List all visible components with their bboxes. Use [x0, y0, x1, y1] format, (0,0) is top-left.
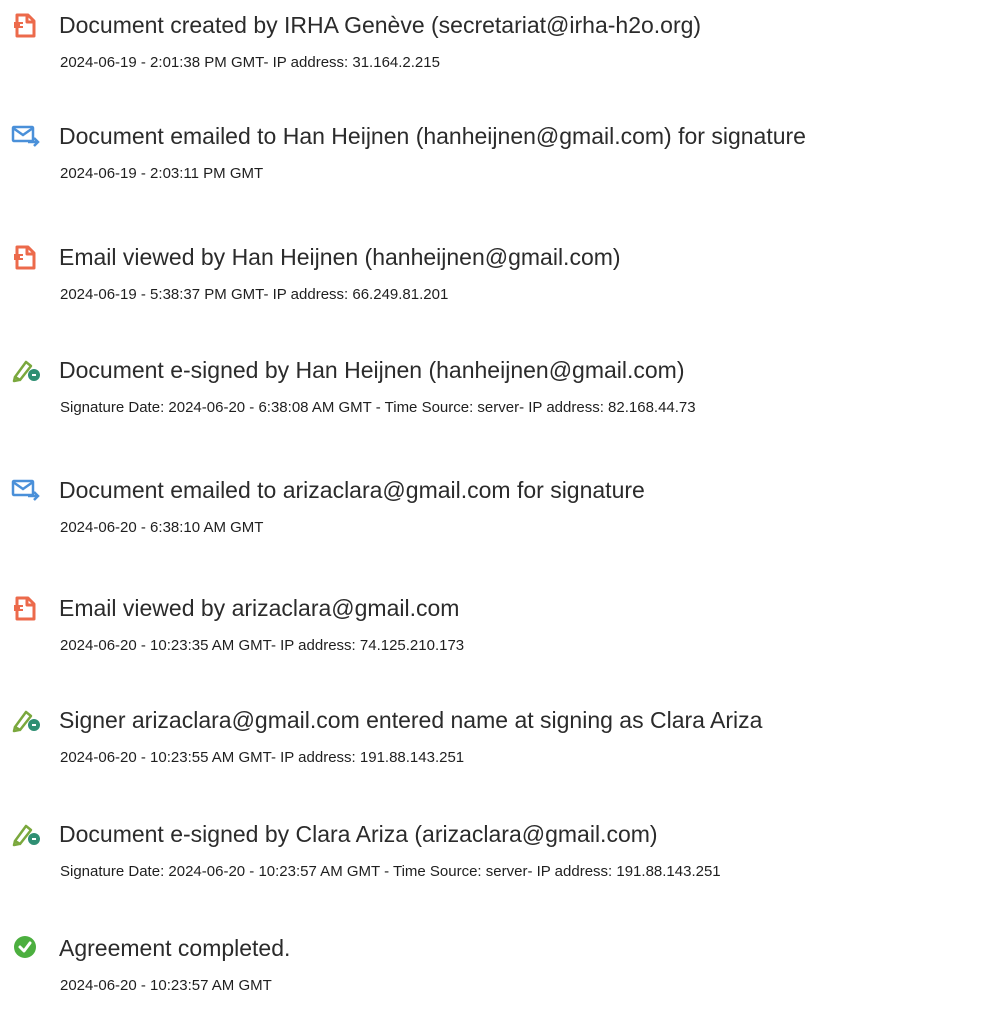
event-title: Signer arizaclara@gmail.com entered name…: [59, 707, 763, 733]
event-timestamp: Signature Date: 2024-06-20 - 6:38:08 AM …: [60, 399, 696, 416]
event-timestamp: 2024-06-20 - 10:23:55 AM GMT- IP address…: [60, 749, 465, 766]
event-timestamp: 2024-06-20 - 10:23:57 AM GMT: [60, 977, 272, 994]
email-sent-icon: [11, 121, 41, 149]
event-timestamp: 2024-06-20 - 6:38:10 AM GMT: [60, 519, 264, 536]
email-sent-icon: [11, 475, 41, 503]
e-sign-pen-icon: [11, 355, 41, 383]
event-timestamp: 2024-06-19 - 2:03:11 PM GMT: [60, 165, 264, 182]
check-circle-icon: [11, 933, 41, 961]
event-title: Document emailed to arizaclara@gmail.com…: [59, 477, 645, 503]
event-title: Document e-signed by Han Heijnen (hanhei…: [59, 357, 685, 383]
audit-trail-list: Document created by IRHA Genève (secreta…: [0, 0, 1002, 994]
document-viewed-icon: [11, 593, 41, 621]
audit-event-email-viewed: Email viewed by arizaclara@gmail.com 202…: [0, 583, 1002, 683]
document-viewed-icon: [11, 242, 41, 270]
event-timestamp: Signature Date: 2024-06-20 - 10:23:57 AM…: [60, 863, 721, 880]
event-timestamp: 2024-06-19 - 5:38:37 PM GMT- IP address:…: [60, 286, 449, 303]
e-sign-pen-icon: [11, 705, 41, 733]
event-title: Agreement completed.: [59, 935, 291, 961]
event-timestamp: 2024-06-20 - 10:23:35 AM GMT- IP address…: [60, 637, 465, 654]
event-title: Email viewed by arizaclara@gmail.com: [59, 595, 460, 621]
audit-event-document-signed: Document e-signed by Han Heijnen (hanhei…: [0, 345, 1002, 445]
audit-event-document-emailed: Document emailed to Han Heijnen (hanheij…: [0, 111, 1002, 211]
audit-event-signer-named: Signer arizaclara@gmail.com entered name…: [0, 695, 1002, 795]
event-title: Document created by IRHA Genève (secreta…: [59, 12, 702, 38]
audit-event-document-created: Document created by IRHA Genève (secreta…: [0, 0, 1002, 100]
event-title: Email viewed by Han Heijnen (hanheijnen@…: [59, 244, 621, 270]
audit-event-document-emailed: Document emailed to arizaclara@gmail.com…: [0, 465, 1002, 565]
audit-event-agreement-completed: Agreement completed. 2024-06-20 - 10:23:…: [0, 923, 1002, 1023]
audit-event-email-viewed: Email viewed by Han Heijnen (hanheijnen@…: [0, 232, 1002, 332]
event-title: Document e-signed by Clara Ariza (arizac…: [59, 821, 658, 847]
audit-event-document-signed: Document e-signed by Clara Ariza (arizac…: [0, 809, 1002, 909]
e-sign-pen-icon: [11, 819, 41, 847]
event-timestamp: 2024-06-19 - 2:01:38 PM GMT- IP address:…: [60, 54, 440, 71]
document-created-icon: [11, 10, 41, 38]
event-title: Document emailed to Han Heijnen (hanheij…: [59, 123, 806, 149]
